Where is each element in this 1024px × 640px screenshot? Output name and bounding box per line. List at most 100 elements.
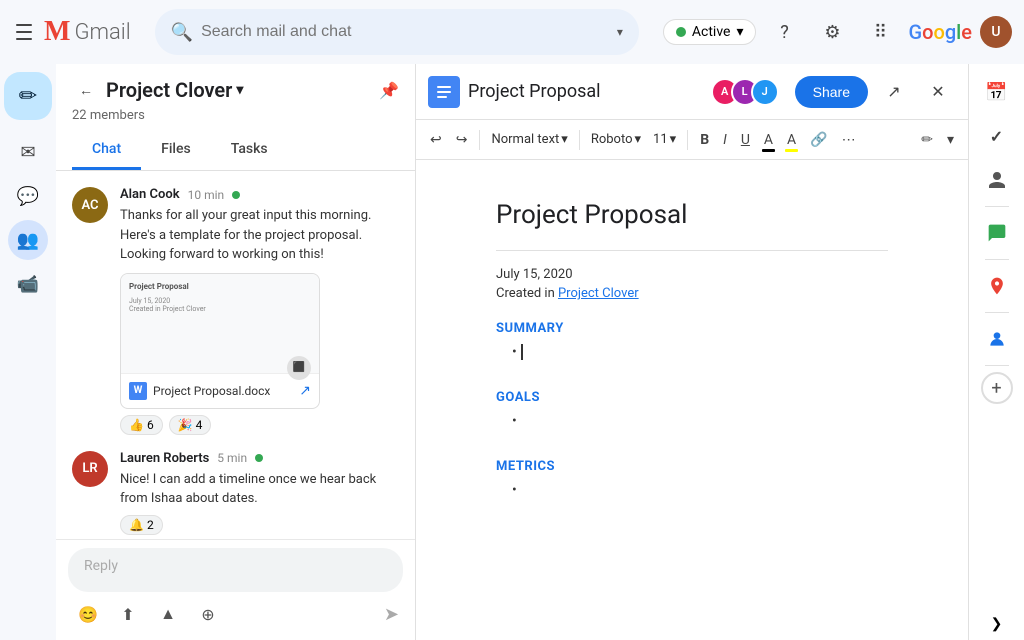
more-options-button[interactable]: ⋯: [836, 126, 862, 154]
doc-panel: Project Proposal A L J Share ↗ ✕ ↩ ↪ Nor…: [416, 64, 968, 640]
active-dropdown-icon: ▾: [736, 24, 743, 40]
back-icon[interactable]: ←: [72, 76, 100, 104]
text-color-button[interactable]: A: [758, 126, 779, 154]
bold-button[interactable]: B: [694, 126, 715, 154]
doc-type-icon: [428, 76, 460, 108]
msg-text: Thanks for all your great input this mor…: [120, 206, 399, 265]
maps-icon[interactable]: [977, 266, 1017, 306]
tab-tasks[interactable]: Tasks: [211, 131, 288, 170]
msg-time: 10 min: [188, 188, 225, 202]
doc-bullet-metrics: [512, 482, 888, 498]
doc-content: Project Proposal July 15, 2020 Created i…: [416, 160, 968, 640]
rp-divider: [985, 312, 1009, 313]
topbar: M Gmail 🔍 ▾ Active ▾ ? ⚙ ⠿ Google U: [0, 0, 1024, 64]
msg-sender-name: Lauren Roberts: [120, 451, 209, 466]
chat-title-dropdown-icon[interactable]: ▾: [236, 82, 243, 98]
emoji-icon[interactable]: 😊: [72, 598, 104, 630]
search-bar: 🔍 ▾: [155, 9, 639, 55]
list-item: AC Alan Cook 10 min Thanks for all your …: [72, 187, 399, 435]
doc-avatars: A L J: [711, 78, 779, 106]
undo-button[interactable]: ↩: [424, 126, 448, 154]
doc-content-title: Project Proposal: [496, 200, 888, 230]
rp-divider: [985, 365, 1009, 366]
help-icon[interactable]: ?: [764, 12, 804, 52]
chat-tabs: Chat Files Tasks: [72, 131, 399, 170]
tasks-icon[interactable]: ✓: [977, 116, 1017, 156]
doc-open-icon[interactable]: ↗: [299, 383, 311, 399]
add-panel-button[interactable]: +: [981, 372, 1013, 404]
open-external-icon[interactable]: ↗: [876, 74, 912, 110]
online-indicator: [255, 454, 263, 462]
reactions: 👍 6 🎉 4: [120, 415, 399, 435]
doc-thumbnail: Project Proposal July 15, 2020Created in…: [121, 274, 319, 374]
left-sidebar: ✏ ✉ 💬 👥 📹: [0, 64, 56, 640]
message-content: Alan Cook 10 min Thanks for all your gre…: [120, 187, 399, 435]
sidebar-icon-rooms[interactable]: 👥: [8, 220, 48, 260]
tab-files[interactable]: Files: [141, 131, 211, 170]
doc-created-prefix: Created in: [496, 286, 558, 301]
font-size-select[interactable]: 11 ▾: [648, 126, 681, 154]
gmail-logo[interactable]: M Gmail: [44, 16, 131, 48]
chat-sidebar-icon[interactable]: [977, 213, 1017, 253]
edit-dropdown-button[interactable]: ▾: [941, 126, 960, 154]
contacts-icon[interactable]: [977, 160, 1017, 200]
text-style-select[interactable]: Normal text ▾: [486, 126, 572, 154]
doc-date: July 15, 2020: [496, 267, 888, 282]
settings-icon[interactable]: ⚙: [812, 12, 852, 52]
italic-button[interactable]: I: [717, 126, 733, 154]
pin-icon[interactable]: 📌: [379, 81, 399, 100]
add-icon[interactable]: ⊕: [192, 598, 224, 630]
user-avatar[interactable]: U: [980, 16, 1012, 48]
underline-button[interactable]: U: [735, 126, 756, 154]
text-style-dropdown: ▾: [561, 132, 568, 147]
search-dropdown-icon[interactable]: ▾: [617, 25, 623, 39]
text-cursor: [521, 344, 523, 360]
compose-button[interactable]: ✏: [4, 72, 52, 120]
menu-icon[interactable]: [12, 20, 36, 44]
msg-text: Nice! I can add a timeline once we hear …: [120, 470, 399, 509]
sidebar-icon-mail[interactable]: ✉: [8, 132, 48, 172]
doc-topbar: Project Proposal A L J Share ↗ ✕: [416, 64, 968, 120]
calendar-icon[interactable]: 📅: [977, 72, 1017, 112]
link-button[interactable]: 🔗: [804, 126, 833, 154]
upload-icon[interactable]: ⬆: [112, 598, 144, 630]
word-icon: W: [129, 382, 147, 400]
doc-space-link[interactable]: Project Clover: [558, 286, 639, 301]
highlight-button[interactable]: A: [781, 126, 802, 154]
sidebar-icon-video[interactable]: 📹: [8, 264, 48, 304]
apps-icon[interactable]: ⠿: [860, 12, 900, 52]
active-label: Active: [692, 24, 731, 40]
rp-divider: [985, 206, 1009, 207]
drive-icon[interactable]: ▲: [152, 598, 184, 630]
doc-divider: [496, 250, 888, 251]
reaction-bell[interactable]: 🔔 2: [120, 515, 163, 535]
active-dot: [676, 27, 686, 37]
share-button[interactable]: Share: [795, 76, 868, 108]
topbar-right: Active ▾ ? ⚙ ⠿ Google U: [663, 12, 1012, 52]
font-size-label: 11: [653, 132, 668, 147]
font-select[interactable]: Roboto ▾: [586, 126, 646, 154]
section-header-summary: SUMMARY: [496, 321, 888, 336]
reply-input[interactable]: Reply: [68, 548, 403, 592]
message-content: Lauren Roberts 5 min Nice! I can add a t…: [120, 451, 399, 535]
tab-chat[interactable]: Chat: [72, 131, 141, 170]
search-inner[interactable]: 🔍 ▾: [155, 9, 639, 55]
sidebar-icon-chat[interactable]: 💬: [8, 176, 48, 216]
text-style-label: Normal text: [491, 132, 559, 147]
close-doc-icon[interactable]: ✕: [920, 74, 956, 110]
chat-title: Project Clover ▾: [106, 78, 243, 102]
meet-icon[interactable]: [977, 319, 1017, 359]
active-badge[interactable]: Active ▾: [663, 19, 757, 45]
edit-pencil-button[interactable]: ✏: [915, 126, 939, 154]
reaction-thumbsup[interactable]: 👍 6: [120, 415, 163, 435]
section-header-goals: GOALS: [496, 390, 888, 405]
msg-header: Lauren Roberts 5 min: [120, 451, 399, 466]
gmail-m: M: [44, 16, 70, 48]
expand-button[interactable]: ❯: [991, 616, 1003, 632]
redo-button[interactable]: ↪: [450, 126, 474, 154]
search-input[interactable]: [201, 23, 609, 41]
reaction-party[interactable]: 🎉 4: [169, 415, 212, 435]
send-icon[interactable]: ➤: [384, 604, 399, 625]
avatar: LR: [72, 451, 108, 487]
chat-header-top: ← Project Clover ▾ 📌: [72, 76, 399, 104]
